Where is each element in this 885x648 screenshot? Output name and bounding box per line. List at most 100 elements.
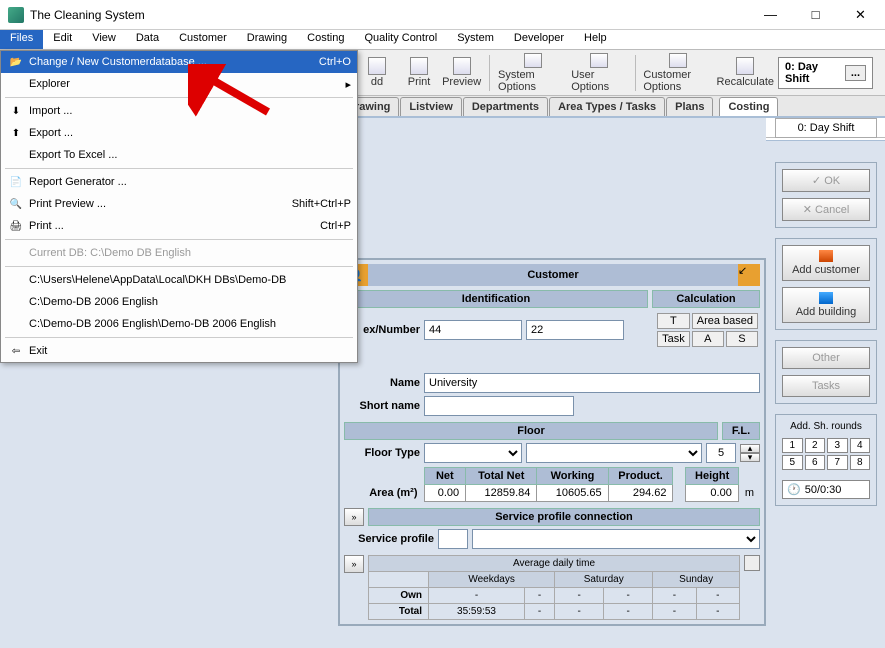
menu-exit[interactable]: ⇦ Exit <box>1 340 357 362</box>
round-1[interactable]: 1 <box>782 438 803 453</box>
menu-costing[interactable]: Costing <box>297 30 354 49</box>
tool-user-options[interactable]: User Options <box>571 53 626 93</box>
menu-system[interactable]: System <box>447 30 504 49</box>
fl-header: F.L. <box>722 422 760 440</box>
floor-type-select-2[interactable] <box>526 443 702 463</box>
round-2[interactable]: 2 <box>805 438 826 453</box>
shift-selector: 0: Day Shift ... <box>778 57 873 89</box>
toolbar-separator <box>489 55 490 91</box>
menu-import[interactable]: ⬇ Import ... <box>1 100 357 122</box>
tool-customer-options[interactable]: Customer Options <box>643 53 712 93</box>
round-4[interactable]: 4 <box>850 438 871 453</box>
other-button[interactable]: Other <box>782 347 870 369</box>
tool-recalculate[interactable]: Recalculate <box>717 53 774 93</box>
tab-listview[interactable]: Listview <box>400 97 461 116</box>
panel-action-button[interactable]: ↙ <box>738 264 760 286</box>
tool-print[interactable]: Print <box>400 53 438 93</box>
round-3[interactable]: 3 <box>827 438 848 453</box>
panel-header: 👤 Customer ↙ <box>344 264 760 286</box>
time-table: Average daily time Weekdays Saturday Sun… <box>368 555 740 620</box>
menu-separator <box>5 337 353 338</box>
round-8[interactable]: 8 <box>850 455 871 470</box>
tab-plans[interactable]: Plans <box>666 97 713 116</box>
tab-area-types[interactable]: Area Types / Tasks <box>549 97 665 116</box>
menu-customer[interactable]: Customer <box>169 30 237 49</box>
preview-icon <box>453 57 471 75</box>
area-height: 0.00 <box>686 485 738 502</box>
menu-print[interactable]: 🖨 Print ... Ctrl+P <box>1 215 357 237</box>
short-name-input[interactable] <box>424 396 574 416</box>
clock-icon: 🕐 <box>787 483 801 496</box>
fl-down[interactable]: ▾ <box>740 453 760 462</box>
svc-profile-code[interactable] <box>438 529 468 549</box>
customer-options-icon <box>669 53 687 68</box>
menu-separator <box>5 239 353 240</box>
name-input[interactable] <box>424 373 760 393</box>
menu-change-customerdb[interactable]: 📂 Change / New Customerdatabase ... Ctrl… <box>1 51 357 73</box>
area-label: Area (m²) <box>344 485 424 502</box>
time-expand-button[interactable]: » <box>344 555 364 573</box>
short-name-label: Short name <box>344 400 420 412</box>
floor-type-select-1[interactable] <box>424 443 522 463</box>
menu-report-generator[interactable]: 📄 Report Generator ... <box>1 171 357 193</box>
menu-view[interactable]: View <box>82 30 126 49</box>
menu-explorer[interactable]: Explorer <box>1 73 357 95</box>
tool-system-options[interactable]: System Options <box>498 53 567 93</box>
menu-recent-1[interactable]: C:\Users\Helene\AppData\Local\DKH DBs\De… <box>1 269 357 291</box>
export-icon: ⬆ <box>7 125 25 141</box>
preview-icon: 🔍 <box>7 196 25 212</box>
svc-profile-label: Service profile <box>344 533 434 545</box>
time-options-button[interactable] <box>744 555 760 571</box>
tool-preview[interactable]: Preview <box>442 53 481 93</box>
menu-export[interactable]: ⬆ Export ... <box>1 122 357 144</box>
tasks-button[interactable]: Tasks <box>782 375 870 397</box>
fl-value[interactable] <box>706 443 736 463</box>
folder-open-icon: 📂 <box>7 54 25 70</box>
menu-data[interactable]: Data <box>126 30 169 49</box>
shift-browse-button[interactable]: ... <box>845 65 866 81</box>
toolbar-separator <box>635 55 636 91</box>
minimize-button[interactable]: ― <box>748 1 793 29</box>
round-5[interactable]: 5 <box>782 455 803 470</box>
menu-help[interactable]: Help <box>574 30 617 49</box>
area-table: Net Total Net Working Product. Height Ar… <box>344 467 760 502</box>
menu-quality-control[interactable]: Quality Control <box>354 30 447 49</box>
menu-recent-3[interactable]: C:\Demo-DB 2006 English\Demo-DB 2006 Eng… <box>1 313 357 335</box>
svc-profile-select[interactable] <box>472 529 760 549</box>
right-shift-label: 0: Day Shift <box>775 118 877 138</box>
recalculate-icon <box>736 57 754 75</box>
menu-export-excel[interactable]: Export To Excel ... <box>1 144 357 166</box>
area-working: 10605.65 <box>537 485 608 502</box>
round-6[interactable]: 6 <box>805 455 826 470</box>
exit-icon: ⇦ <box>7 343 25 359</box>
menu-drawing[interactable]: Drawing <box>237 30 297 49</box>
close-button[interactable]: ✕ <box>838 1 883 29</box>
maximize-button[interactable]: □ <box>793 1 838 29</box>
name-label: Name <box>344 377 420 389</box>
cancel-button[interactable]: ✕ Cancel <box>782 198 870 221</box>
index-input[interactable] <box>424 320 522 340</box>
add-building-button[interactable]: Add building <box>782 287 870 323</box>
menu-files[interactable]: Files <box>0 30 43 49</box>
menu-edit[interactable]: Edit <box>43 30 82 49</box>
menu-separator <box>5 266 353 267</box>
shift-label: 0: Day Shift <box>785 61 833 85</box>
menu-print-preview[interactable]: 🔍 Print Preview ... Shift+Ctrl+P <box>1 193 357 215</box>
ok-button[interactable]: ✓ OK <box>782 169 870 192</box>
print-icon: 🖨 <box>7 218 25 234</box>
menu-recent-2[interactable]: C:\Demo-DB 2006 English <box>1 291 357 313</box>
files-dropdown: 📂 Change / New Customerdatabase ... Ctrl… <box>0 50 358 363</box>
tool-add[interactable]: dd <box>358 53 396 93</box>
import-icon: ⬇ <box>7 103 25 119</box>
print-icon <box>410 57 428 75</box>
tab-departments[interactable]: Departments <box>463 97 548 116</box>
add-customer-button[interactable]: Add customer <box>782 245 870 281</box>
tab-costing[interactable]: Costing <box>719 97 778 116</box>
system-options-icon <box>524 53 542 68</box>
svc-expand-button[interactable]: » <box>344 508 364 526</box>
menu-developer[interactable]: Developer <box>504 30 574 49</box>
round-7[interactable]: 7 <box>827 455 848 470</box>
timer-display: 🕐 50/0:30 <box>782 480 870 499</box>
calculation-grid: TArea based TaskAS <box>655 311 760 349</box>
number-input[interactable] <box>526 320 624 340</box>
